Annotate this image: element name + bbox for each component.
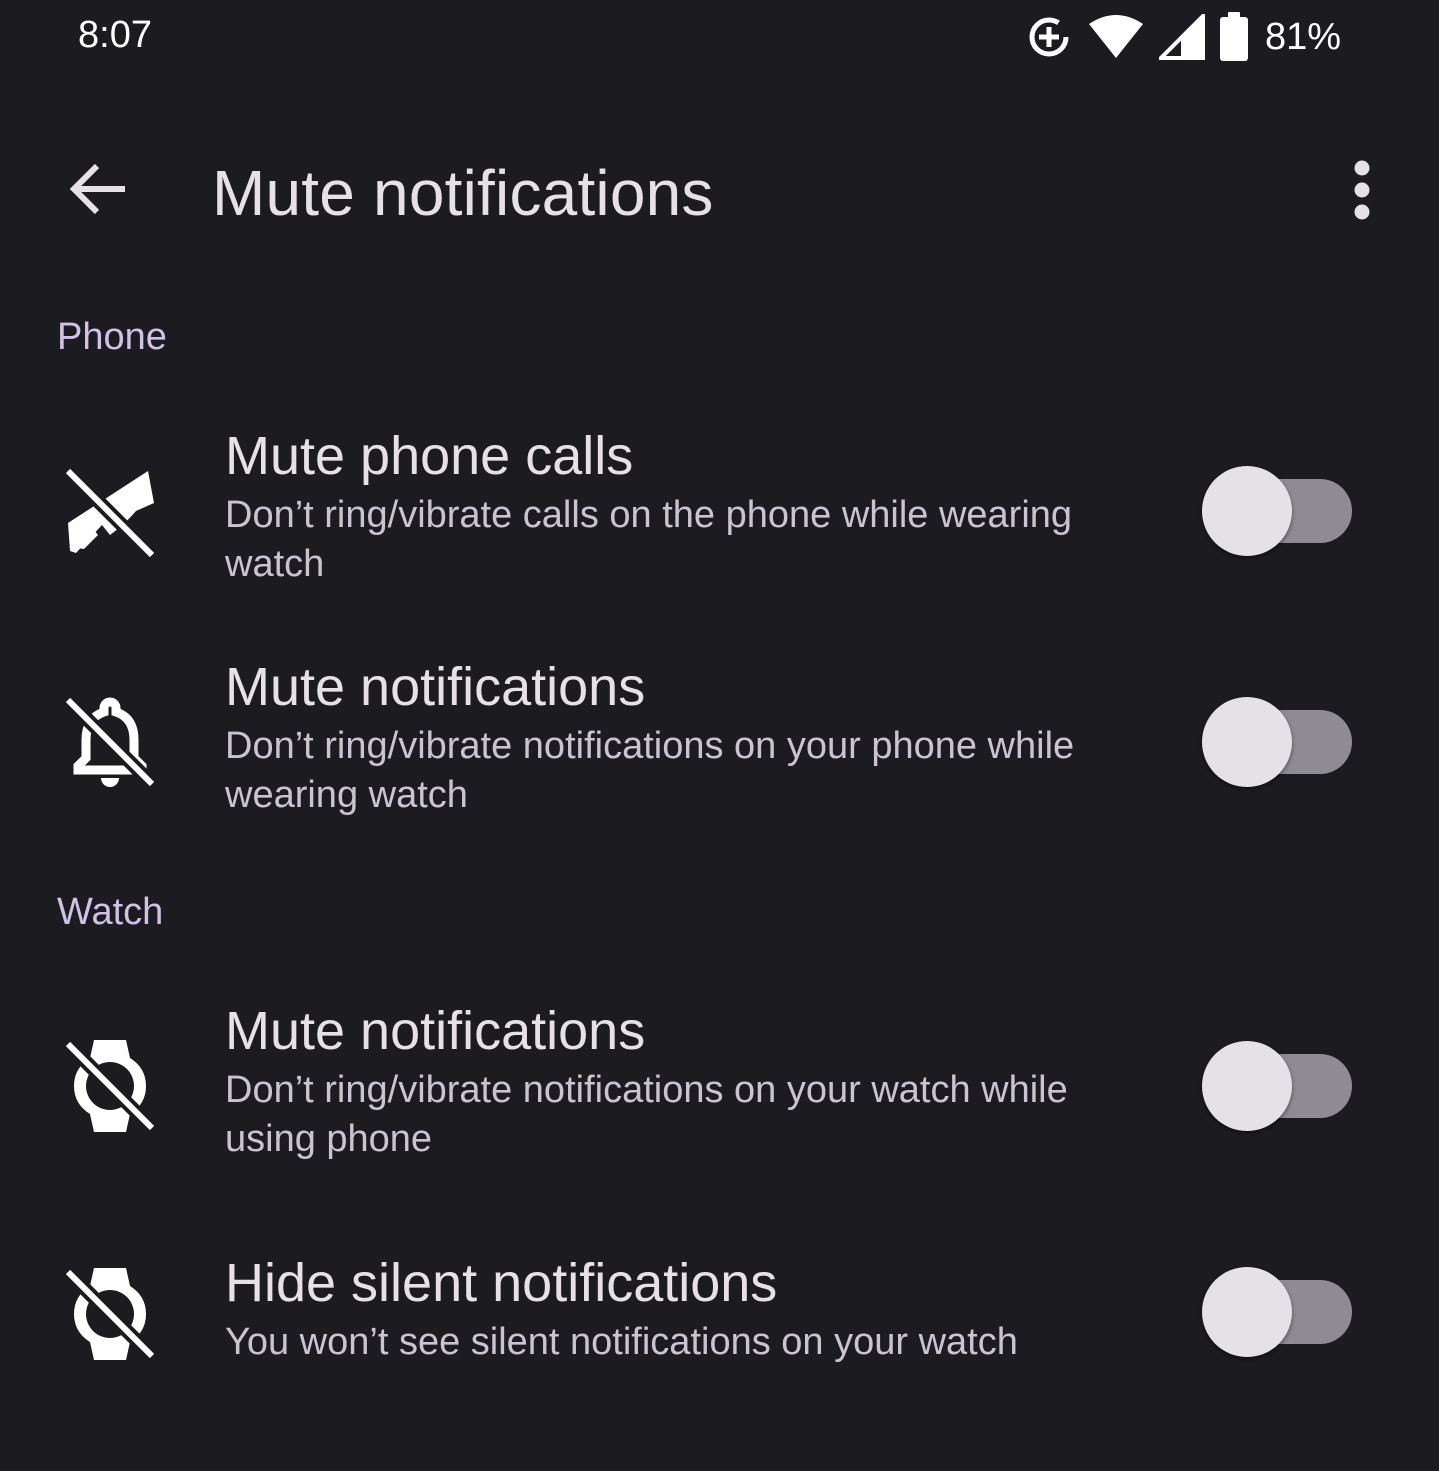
notifications-off-icon (60, 692, 160, 792)
mute-phone-calls-switch[interactable] (1200, 465, 1354, 557)
hide-silent-notifications-switch[interactable] (1200, 1266, 1354, 1358)
pref-mute-watch-notifications[interactable]: Mute notifications Don’t ring/vibrate no… (0, 1000, 1439, 1190)
wifi-icon (1087, 14, 1145, 60)
section-header-phone: Phone (57, 316, 167, 358)
watch-off-icon (60, 1036, 160, 1136)
watch-off-icon (60, 1264, 160, 1364)
pref-title: Mute notifications (225, 1001, 646, 1061)
pref-summary: Don’t ring/vibrate calls on the phone wh… (225, 494, 1073, 585)
pref-text: Mute notifications Don’t ring/vibrate no… (225, 656, 1145, 820)
pref-title: Mute notifications (225, 657, 646, 717)
mute-phone-notifications-switch[interactable] (1200, 696, 1354, 788)
data-saver-icon (1025, 13, 1073, 61)
pref-summary: You won’t see silent notifications on yo… (225, 1321, 1018, 1363)
phone-disabled-icon (60, 463, 160, 563)
section-header-watch: Watch (57, 891, 164, 933)
page-title: Mute notifications (212, 157, 714, 229)
pref-mute-phone-notifications[interactable]: Mute notifications Don’t ring/vibrate no… (0, 656, 1439, 846)
battery-percent: 81% (1264, 15, 1341, 58)
status-bar: 8:07 81% (0, 0, 1439, 80)
overflow-menu-button[interactable] (1320, 150, 1404, 234)
back-button[interactable] (52, 150, 144, 232)
pref-mute-phone-calls[interactable]: Mute phone calls Don’t ring/vibrate call… (0, 425, 1439, 615)
pref-title: Hide silent notifications (225, 1253, 778, 1313)
pref-hide-silent-notifications[interactable]: Hide silent notifications You won’t see … (0, 1252, 1439, 1382)
app-bar: Mute notifications (0, 130, 1439, 260)
battery-icon (1219, 12, 1249, 62)
more-vert-icon (1352, 160, 1372, 225)
pref-text: Mute phone calls Don’t ring/vibrate call… (225, 425, 1145, 589)
pref-text: Mute notifications Don’t ring/vibrate no… (225, 1000, 1145, 1164)
switch-thumb (1202, 1041, 1292, 1131)
mute-watch-notifications-switch[interactable] (1200, 1040, 1354, 1132)
switch-thumb (1202, 1267, 1292, 1357)
switch-thumb (1202, 466, 1292, 556)
pref-summary: Don’t ring/vibrate notifications on your… (225, 725, 1075, 816)
pref-summary: Don’t ring/vibrate notifications on your… (225, 1069, 1068, 1160)
cell-signal-icon (1158, 14, 1205, 60)
pref-text: Hide silent notifications You won’t see … (225, 1252, 1145, 1367)
arrow-back-icon (67, 158, 129, 225)
status-icons: 81% (1025, 10, 1341, 64)
status-time: 8:07 (78, 14, 152, 56)
switch-thumb (1202, 697, 1292, 787)
pref-title: Mute phone calls (225, 426, 634, 486)
